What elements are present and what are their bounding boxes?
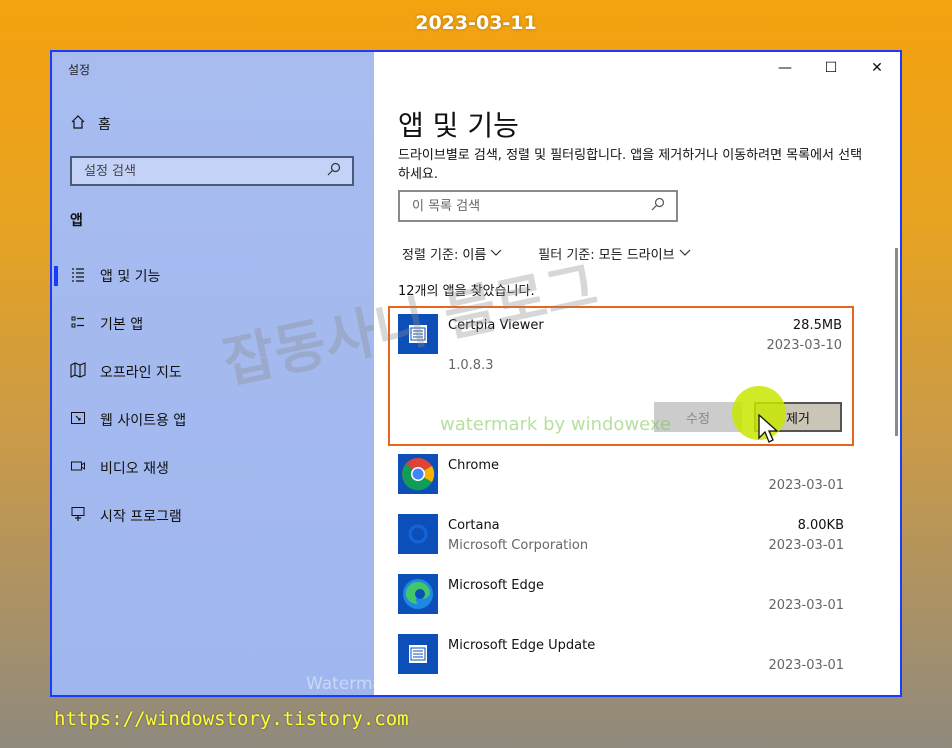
apps-for-websites-icon	[70, 410, 86, 430]
maximize-button[interactable]: ☐	[808, 52, 854, 84]
app-list-search-box[interactable]	[398, 190, 678, 222]
search-icon[interactable]	[326, 161, 342, 181]
chrome-icon	[398, 454, 438, 494]
video-playback-icon	[70, 458, 86, 478]
default-apps-icon	[70, 314, 86, 334]
sidebar-item-label: 시작 프로그램	[100, 509, 182, 525]
section-title: 앱	[70, 213, 83, 229]
list-item-chrome[interactable]: Chrome 2023-03-01	[388, 446, 854, 506]
filter-value: 모든 드라이브	[598, 248, 675, 263]
sidebar-item-label: 오프라인 지도	[100, 365, 182, 381]
close-button[interactable]: ✕	[854, 52, 900, 84]
sidebar-item-video-playback[interactable]: 비디오 재생	[52, 444, 374, 492]
cortana-icon	[398, 514, 438, 554]
app-date: 2023-03-01	[768, 538, 844, 553]
watermark-text: watermark by windowexe	[440, 414, 672, 435]
sidebar-item-startup[interactable]: 시작 프로그램	[52, 492, 374, 540]
page-title: 앱 및 기능	[398, 109, 519, 142]
app-name: Microsoft Edge	[448, 578, 545, 593]
sidebar-item-label: 앱 및 기능	[100, 269, 161, 285]
sidebar-item-label: 웹 사이트용 앱	[100, 413, 187, 429]
footer-url: https://windowstory.tistory.com	[54, 708, 409, 730]
app-date: 2023-03-01	[768, 658, 844, 673]
page-description: 드라이브별로 검색, 정렬 및 필터링합니다. 앱을 제거하거나 이동하려면 목…	[398, 148, 863, 182]
app-name: Microsoft Edge Update	[448, 638, 596, 653]
window-controls: — ☐ ✕	[762, 52, 900, 84]
offline-maps-icon	[70, 362, 86, 382]
app-name: Cortana	[448, 518, 500, 533]
app-size: 8.00KB	[797, 518, 844, 533]
sidebar-item-apps-features[interactable]: 앱 및 기능	[52, 252, 374, 300]
app-name: Chrome	[448, 458, 499, 473]
settings-search-box[interactable]	[70, 156, 354, 186]
sidebar-nav: 앱 및 기능 기본 앱 오프라인 지도 웹 사이트용 앱 비디오 재생 시작 프…	[52, 252, 374, 540]
settings-search-input[interactable]	[82, 162, 306, 180]
app-publisher: Microsoft Corporation	[448, 538, 589, 553]
main-content: — ☐ ✕ 앱 및 기능 드라이브별로 검색, 정렬 및 필터링합니다. 앱을 …	[374, 52, 900, 695]
chevron-down-icon	[679, 246, 691, 261]
apps-features-icon	[70, 266, 86, 286]
home-label: 홈	[98, 117, 111, 133]
minimize-button[interactable]: —	[762, 52, 808, 84]
sidebar-item-label: 기본 앱	[100, 317, 144, 333]
scrollbar[interactable]	[895, 248, 898, 436]
window-title: 설정	[68, 63, 91, 77]
watermark-text: Watermarked by WindowexeWatermark	[306, 674, 644, 694]
app-list: Certpia Viewer 28.5MB 2023-03-10 1.0.8.3…	[388, 306, 854, 686]
list-item-microsoft-edge[interactable]: Microsoft Edge 2023-03-01	[388, 566, 854, 626]
mouse-cursor-icon	[758, 413, 779, 448]
sidebar-item-apps-for-websites[interactable]: 웹 사이트용 앱	[52, 396, 374, 444]
startup-icon	[70, 506, 86, 526]
app-size: 28.5MB	[792, 318, 842, 333]
app-date: 2023-03-01	[768, 598, 844, 613]
list-item-cortana[interactable]: Cortana Microsoft Corporation 8.00KB 202…	[388, 506, 854, 566]
settings-window: 설정 홈 앱 앱 및 기능	[50, 50, 902, 697]
sidebar-item-label: 비디오 재생	[100, 461, 169, 477]
app-list-search-input[interactable]	[410, 197, 634, 215]
nav-home[interactable]: 홈	[70, 114, 111, 134]
search-icon[interactable]	[650, 196, 666, 216]
app-version: 1.0.8.3	[448, 358, 494, 373]
sort-dropdown[interactable]: 정렬 기준: 이름	[402, 244, 502, 263]
app-date: 2023-03-10	[766, 338, 842, 353]
sort-value: 이름	[462, 248, 487, 263]
sort-label: 정렬 기준:	[402, 248, 459, 263]
app-date: 2023-03-01	[768, 478, 844, 493]
window-app-icon	[398, 634, 438, 674]
date-banner: 2023-03-11	[415, 12, 537, 34]
home-icon	[70, 114, 86, 134]
edge-icon	[398, 574, 438, 614]
